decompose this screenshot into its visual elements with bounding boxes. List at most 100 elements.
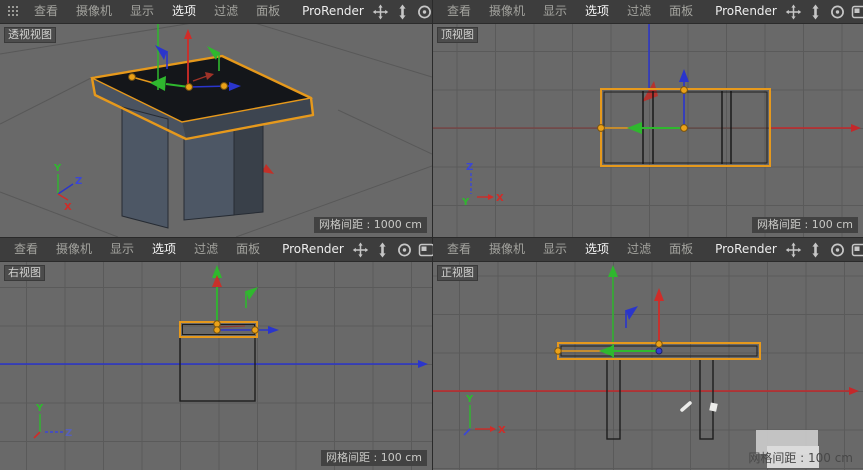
menu-item-view[interactable]: 查看 — [5, 238, 47, 261]
axis-handle-dot — [186, 84, 193, 91]
menu-item-prorender[interactable]: ProRender — [702, 0, 785, 23]
menu-item-camera[interactable]: 摄像机 — [67, 0, 121, 23]
menu-item-panel[interactable]: 面板 — [660, 0, 702, 23]
selection-outline — [180, 322, 257, 337]
axis-triad: Z Y X — [461, 162, 504, 208]
application-window: 查看 摄像机 显示 选项 过滤 面板 ProRender — [0, 0, 863, 470]
move-view-icon[interactable] — [785, 242, 802, 258]
dolly-view-icon[interactable] — [807, 242, 824, 258]
svg-text:Y: Y — [465, 394, 474, 405]
rotate-view-icon[interactable] — [396, 242, 413, 258]
grid-spacing-label: 网格间距 : 100 cm — [752, 217, 858, 233]
svg-text:Y: Y — [35, 403, 44, 414]
world-x-axis — [433, 124, 861, 132]
menu-item-options[interactable]: 选项 — [143, 238, 185, 261]
menubar-front: 查看 摄像机 显示 选项 过滤 面板 ProRender — [433, 238, 863, 262]
menu-item-panel[interactable]: 面板 — [660, 238, 702, 261]
right-canvas[interactable]: 右视图 — [0, 262, 432, 470]
front-canvas[interactable]: 正视图 网格间距 : 100 cm — [433, 262, 863, 470]
menu-item-options[interactable]: 选项 — [576, 238, 618, 261]
menu-item-view[interactable]: 查看 — [25, 0, 67, 23]
menu-item-view[interactable]: 查看 — [438, 238, 480, 261]
table-leg-right-side — [234, 124, 263, 215]
table-wire — [604, 92, 767, 163]
menu-item-filter[interactable]: 过滤 — [618, 238, 660, 261]
viewport-label: 顶视图 — [437, 27, 478, 43]
move-view-icon[interactable] — [352, 242, 369, 258]
svg-text:Z: Z — [65, 428, 72, 439]
rotate-view-icon[interactable] — [829, 242, 846, 258]
svg-text:X: X — [496, 193, 504, 204]
move-gizmo[interactable] — [598, 69, 689, 134]
menu-item-panel[interactable]: 面板 — [247, 0, 289, 23]
dolly-view-icon[interactable] — [394, 4, 411, 20]
menu-item-display[interactable]: 显示 — [101, 238, 143, 261]
viewport-grip-icon[interactable] — [7, 5, 21, 19]
view-toolbar — [785, 242, 863, 258]
dolly-view-icon[interactable] — [374, 242, 391, 258]
move-view-icon[interactable] — [785, 4, 802, 20]
top-canvas[interactable]: 顶视图 — [433, 24, 863, 237]
table-side-left — [92, 78, 186, 139]
axis-handle-dot — [129, 74, 136, 81]
svg-text:X: X — [64, 202, 72, 213]
move-view-icon[interactable] — [372, 4, 389, 20]
menu-item-filter[interactable]: 过滤 — [618, 0, 660, 23]
menu-item-filter[interactable]: 过滤 — [185, 238, 227, 261]
world-z-axis — [0, 360, 428, 368]
table-side-right — [182, 98, 313, 139]
axis-handle-dot — [221, 83, 228, 90]
plane-handle-green — [246, 287, 258, 308]
menu-item-prorender[interactable]: ProRender — [702, 238, 785, 261]
menu-item-camera[interactable]: 摄像机 — [480, 238, 534, 261]
menu-item-display[interactable]: 显示 — [534, 238, 576, 261]
viewport-perspective: 查看 摄像机 显示 选项 过滤 面板 ProRender — [0, 0, 432, 237]
menu-item-prorender[interactable]: ProRender — [289, 0, 372, 23]
menu-item-filter[interactable]: 过滤 — [205, 0, 247, 23]
menu-item-display[interactable]: 显示 — [534, 0, 576, 23]
table-model[interactable] — [601, 89, 770, 166]
menu-item-options[interactable]: 选项 — [163, 0, 205, 23]
menu-item-prorender[interactable]: ProRender — [269, 238, 352, 261]
selection-outline — [92, 56, 313, 139]
table-leg-wire — [700, 359, 713, 439]
menu-item-options[interactable]: 选项 — [576, 0, 618, 23]
toggle-view-icon[interactable] — [851, 4, 863, 20]
selection-outline — [601, 89, 770, 166]
table-leg-edges — [643, 91, 731, 164]
world-x-axis — [148, 122, 274, 174]
rotate-view-icon[interactable] — [416, 4, 433, 20]
axis-handle-dot — [214, 327, 220, 333]
menubar-perspective: 查看 摄像机 显示 选项 过滤 面板 ProRender — [0, 0, 432, 24]
table-model[interactable] — [92, 56, 313, 228]
view-toolbar — [352, 242, 437, 258]
move-gizmo[interactable] — [555, 288, 664, 357]
table-model[interactable] — [180, 322, 257, 401]
table-leg-wire — [607, 359, 620, 439]
menu-item-camera[interactable]: 摄像机 — [47, 238, 101, 261]
gizmo-red-arrowhead — [212, 275, 222, 287]
axis-handle-dot — [681, 87, 688, 94]
rotate-view-icon[interactable] — [829, 4, 846, 20]
menu-item-panel[interactable]: 面板 — [227, 238, 269, 261]
viewport-front: 查看 摄像机 显示 选项 过滤 面板 ProRender — [433, 238, 863, 470]
menu-item-display[interactable]: 显示 — [121, 0, 163, 23]
move-gizmo[interactable] — [129, 24, 241, 91]
toggle-view-icon[interactable] — [851, 242, 863, 258]
viewport-label: 正视图 — [437, 265, 478, 281]
grid-spacing-label: 网格间距 : 1000 cm — [314, 217, 427, 233]
move-gizmo[interactable] — [212, 265, 279, 334]
table-top-face — [92, 56, 311, 122]
dolly-view-icon[interactable] — [807, 4, 824, 20]
menubar-top: 查看 摄像机 显示 选项 过滤 面板 ProRender — [433, 0, 863, 24]
table-model[interactable] — [558, 343, 760, 439]
plane-handle-blue — [626, 306, 638, 328]
perspective-canvas[interactable]: 透视视图 — [0, 24, 432, 237]
svg-text:Y: Y — [53, 163, 62, 174]
menubar-right: 查看 摄像机 显示 选项 过滤 面板 ProRender — [0, 238, 432, 262]
world-y-axis-flag — [642, 81, 658, 102]
axis-handle-dot — [656, 341, 662, 347]
menu-item-camera[interactable]: 摄像机 — [480, 0, 534, 23]
axis-handle-dot — [555, 348, 561, 354]
menu-item-view[interactable]: 查看 — [438, 0, 480, 23]
